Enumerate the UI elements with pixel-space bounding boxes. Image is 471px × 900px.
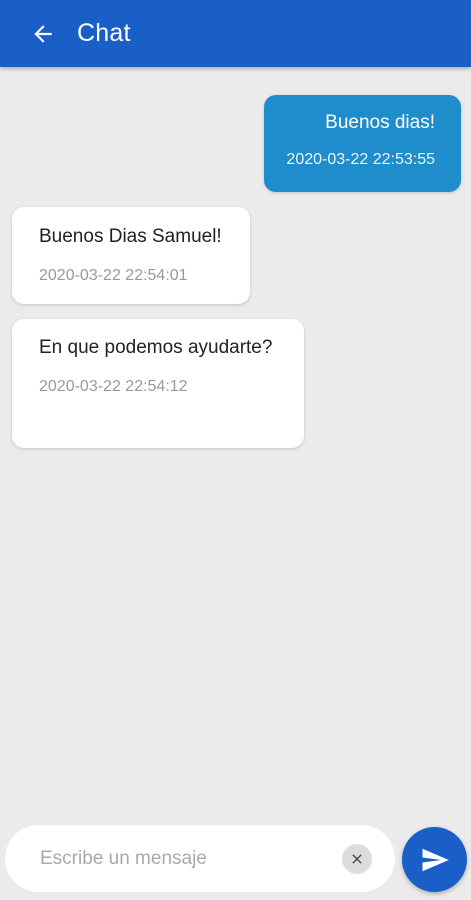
back-button[interactable]	[23, 14, 63, 54]
send-button[interactable]	[402, 827, 467, 892]
close-icon	[352, 854, 362, 864]
clear-input-button[interactable]	[342, 844, 372, 874]
message-text: Buenos Dias Samuel!	[39, 226, 222, 247]
outgoing-message: Buenos dias! 2020-03-22 22:53:55	[264, 95, 461, 192]
page-title: Chat	[77, 19, 131, 47]
message-composer	[5, 825, 395, 892]
message-text: Buenos dias!	[325, 112, 435, 133]
message-input[interactable]	[40, 838, 330, 879]
message-timestamp: 2020-03-22 22:54:12	[39, 378, 188, 395]
incoming-message: En que podemos ayudarte? 2020-03-22 22:5…	[12, 319, 304, 448]
message-timestamp: 2020-03-22 22:53:55	[286, 151, 435, 168]
message-timestamp: 2020-03-22 22:54:01	[39, 267, 188, 284]
incoming-message: Buenos Dias Samuel! 2020-03-22 22:54:01	[12, 207, 250, 304]
send-icon	[422, 848, 449, 871]
arrow-left-icon	[34, 24, 52, 43]
message-list: Buenos dias! 2020-03-22 22:53:55 Buenos …	[0, 67, 471, 822]
message-text: En que podemos ayudarte?	[39, 337, 273, 358]
app-bar: Chat	[0, 0, 471, 67]
